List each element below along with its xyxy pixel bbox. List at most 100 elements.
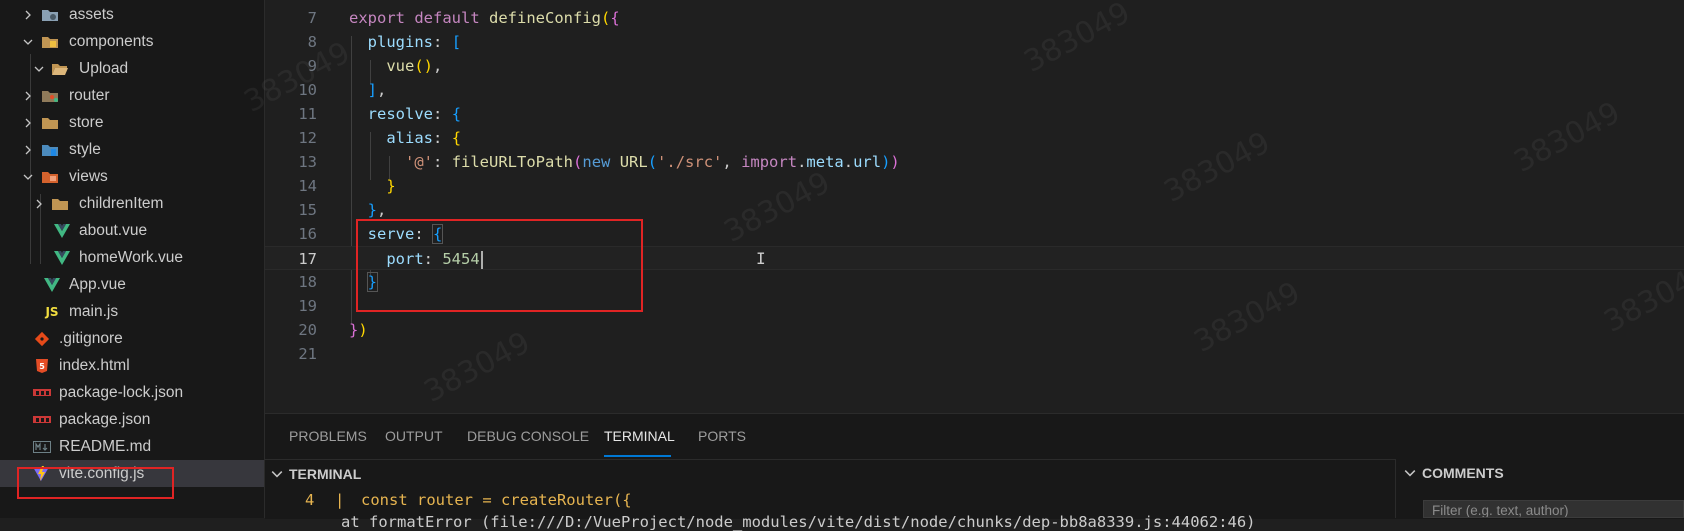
tab-output[interactable]: OUTPUT — [385, 428, 443, 444]
chevron-down-icon — [21, 28, 35, 55]
views-folder-icon — [41, 163, 59, 190]
chevron-down-icon — [271, 467, 283, 485]
tree-item-childrenitem[interactable]: childrenItem — [0, 190, 264, 217]
tree-item-homework-vue[interactable]: homeWork.vue — [0, 244, 264, 271]
vue-file-icon — [53, 244, 71, 271]
terminal-header-label: TERMINAL — [289, 466, 362, 482]
tree-item-label: components — [69, 32, 154, 50]
tree-item-label: Upload — [79, 59, 129, 77]
vue-file-icon — [43, 271, 61, 298]
chevron-down-icon — [21, 163, 35, 190]
line-number: 16 — [298, 225, 317, 243]
tree-item-package-lock-json[interactable]: package-lock.json — [0, 379, 264, 406]
tree-item-package-json[interactable]: package.json — [0, 406, 264, 433]
line-number: 21 — [298, 345, 317, 363]
tab-problems[interactable]: PROBLEMS — [289, 428, 367, 444]
line-number: 13 — [298, 153, 317, 171]
assets-folder-icon — [41, 1, 59, 28]
code-line-9: 9 vue(), — [265, 54, 1684, 78]
tree-item-label: package-lock.json — [59, 383, 184, 401]
tab-debug-console[interactable]: DEBUG CONSOLE — [467, 428, 589, 444]
git-file-icon — [33, 325, 51, 352]
tree-item-router[interactable]: router — [0, 82, 264, 109]
explorer-sidebar: assets components Upload router store st… — [0, 0, 265, 518]
chevron-right-icon — [21, 82, 35, 109]
tree-item-label: homeWork.vue — [79, 248, 183, 266]
terminal-separator: | — [335, 491, 345, 509]
tab-ports[interactable]: PORTS — [698, 428, 746, 444]
tree-item-store[interactable]: store — [0, 109, 264, 136]
code-editor[interactable]: 7 export default defineConfig({ 8 plugin… — [265, 0, 1684, 412]
tree-item-label: childrenItem — [79, 194, 164, 212]
tree-item-assets[interactable]: assets — [0, 1, 264, 28]
js-file-icon: JS — [45, 304, 59, 319]
line-number: 18 — [298, 273, 317, 291]
tree-item-app-vue[interactable]: App.vue — [0, 271, 264, 298]
line-number: 20 — [298, 321, 317, 339]
highlight-box-code — [356, 219, 643, 312]
tree-item-label: store — [69, 113, 104, 131]
code-line-21: 21 — [265, 342, 1684, 366]
line-number: 14 — [298, 177, 317, 195]
router-folder-icon — [41, 82, 59, 109]
terminal-code-line: const router = createRouter({ — [361, 491, 632, 509]
markdown-file-icon — [33, 433, 51, 460]
code-line-7: 7 export default defineConfig({ — [265, 6, 1684, 30]
tree-item-views[interactable]: views — [0, 163, 264, 190]
tree-item-gitignore[interactable]: .gitignore — [0, 325, 264, 352]
code-line-12: 12 alias: { — [265, 126, 1684, 150]
tree-item-about-vue[interactable]: about.vue — [0, 217, 264, 244]
code-text: export default defineConfig({ — [349, 9, 620, 27]
folder-icon — [51, 190, 69, 217]
vue-file-icon — [53, 217, 71, 244]
tree-item-index-html[interactable]: 5 index.html — [0, 352, 264, 379]
line-number: 17 — [298, 250, 317, 268]
tree-item-label: assets — [69, 5, 114, 23]
tree-item-readme-md[interactable]: README.md — [0, 433, 264, 460]
tree-item-label: views — [69, 167, 108, 185]
tree-item-label: about.vue — [79, 221, 148, 239]
code-text: '@': fileURLToPath(new URL('./src', impo… — [405, 153, 900, 171]
mouse-ibeam-icon: I — [756, 249, 766, 268]
line-number: 11 — [298, 105, 317, 123]
code-line-20: 20 }) — [265, 318, 1684, 342]
style-folder-icon — [41, 136, 59, 163]
line-number: 15 — [298, 201, 317, 219]
chevron-right-icon — [21, 136, 35, 163]
tab-terminal[interactable]: TERMINAL — [604, 428, 675, 444]
npm-file-icon — [33, 406, 51, 433]
highlight-box-file — [17, 467, 174, 499]
terminal-error-line: at formatError (file:///D:/VueProject/no… — [341, 513, 1256, 531]
comments-filter-input[interactable]: Filter (e.g. text, author) — [1423, 500, 1684, 518]
code-text: plugins: [ — [367, 33, 462, 51]
line-number: 8 — [307, 33, 317, 51]
code-line-14: 14 } — [265, 174, 1684, 198]
tree-item-label: package.json — [59, 410, 151, 428]
folder-icon — [41, 109, 59, 136]
code-text: vue(), — [386, 57, 443, 75]
tree-item-style[interactable]: style — [0, 136, 264, 163]
folder-open-icon — [51, 55, 69, 82]
code-text: }) — [349, 321, 368, 339]
terminal-line-number: 4 — [305, 491, 315, 509]
line-number: 9 — [307, 57, 317, 75]
tree-item-upload[interactable]: Upload — [0, 55, 264, 82]
tree-item-label: router — [69, 86, 110, 104]
comments-header-label[interactable]: COMMENTS — [1422, 465, 1504, 481]
tree-item-main-js[interactable]: JS main.js — [0, 298, 264, 325]
code-text: resolve: { — [367, 105, 462, 123]
line-number: 12 — [298, 129, 317, 147]
chevron-down-icon — [1404, 466, 1416, 484]
line-number: 10 — [298, 81, 317, 99]
active-tab-indicator — [604, 455, 671, 457]
html5-file-icon: 5 — [33, 352, 51, 379]
code-text: alias: { — [386, 129, 462, 147]
tree-item-label: App.vue — [69, 275, 126, 293]
tree-item-label: main.js — [69, 302, 119, 320]
code-text: ], — [367, 81, 387, 99]
svg-text:5: 5 — [39, 362, 45, 371]
chevron-down-icon — [32, 55, 46, 82]
tree-item-components[interactable]: components — [0, 28, 264, 55]
tree-item-label: style — [69, 140, 101, 158]
line-number: 7 — [307, 9, 317, 27]
